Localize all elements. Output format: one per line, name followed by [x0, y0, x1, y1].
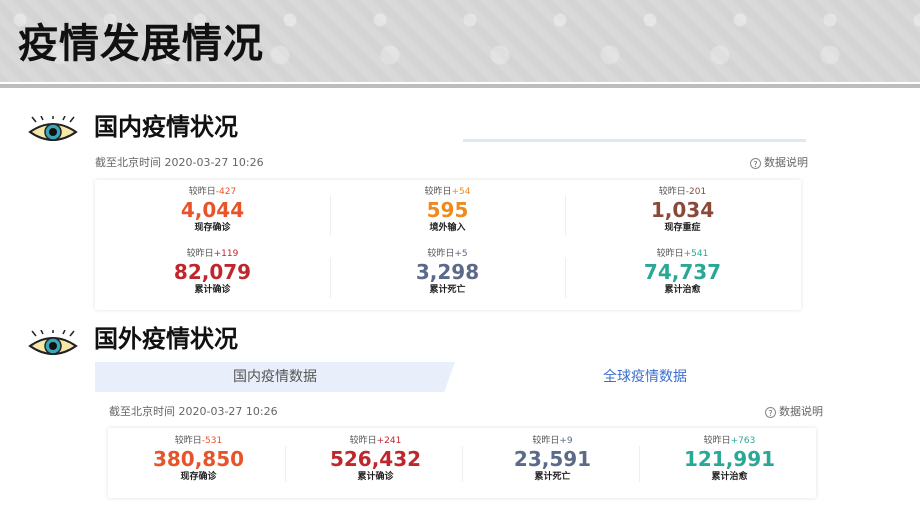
stat-value: 121,991 [683, 447, 776, 471]
stat-compare: 较昨日+119 [95, 248, 330, 260]
stat-value: 23,591 [513, 447, 592, 471]
domestic-help-link[interactable]: ? 数据说明 [750, 156, 808, 170]
stat-label: 累计治愈 [664, 285, 701, 295]
question-circle-icon: ? [765, 406, 776, 418]
stat-delta: +241 [376, 436, 402, 446]
stat-block: 较昨日+541 74,737 累计治愈 [565, 248, 800, 296]
stat-block: 较昨日+241 526,432 累计确诊 [287, 435, 464, 483]
stat-label: 累计确诊 [194, 285, 231, 295]
stat-value: 4,044 [180, 198, 245, 222]
stat-compare-prefix: 较昨日 [656, 249, 684, 259]
stat-compare-prefix: 较昨日 [349, 436, 377, 446]
stat-compare-prefix: 较昨日 [703, 436, 731, 446]
stat-value: 1,034 [650, 198, 715, 222]
eye-icon [28, 116, 78, 141]
stat-label: 境外输入 [429, 223, 466, 233]
data-tabs: 国内疫情数据 全球疫情数据 [95, 362, 835, 392]
stat-delta: +119 [213, 249, 239, 259]
help-label: 数据说明 [764, 156, 808, 169]
help-label: 数据说明 [779, 405, 823, 418]
stat-compare: 较昨日+5 [330, 248, 565, 260]
stat-delta: +54 [451, 187, 471, 197]
stat-delta: +763 [730, 436, 756, 446]
stat-block: 较昨日+9 23,591 累计死亡 [464, 435, 641, 483]
stat-label: 现存确诊 [194, 223, 231, 233]
stat-label: 现存重症 [664, 223, 701, 233]
question-circle-icon: ? [750, 157, 761, 169]
foreign-section-title: 国外疫情状况 [94, 325, 238, 353]
page-title: 疫情发展情况 [18, 21, 264, 67]
stat-label: 累计死亡 [534, 472, 571, 482]
stat-value: 82,079 [173, 260, 252, 284]
stat-compare: 较昨日-427 [95, 186, 330, 198]
stat-value: 526,432 [329, 447, 422, 471]
stat-value: 380,850 [152, 447, 245, 471]
stat-block: 较昨日+5 3,298 累计死亡 [330, 248, 565, 296]
foreign-timestamp: 截至北京时间 2020-03-27 10:26 [109, 405, 278, 418]
stat-compare-prefix: 较昨日 [174, 436, 202, 446]
tab-domestic-data[interactable]: 国内疫情数据 [95, 362, 455, 392]
tab-underline [463, 139, 806, 142]
stat-label: 累计治愈 [711, 472, 748, 482]
stat-compare-prefix: 较昨日 [424, 187, 452, 197]
stat-compare: 较昨日-531 [110, 435, 287, 447]
stat-delta: -201 [685, 187, 707, 197]
foreign-help-link[interactable]: ? 数据说明 [765, 405, 823, 419]
stat-value: 595 [426, 198, 469, 222]
stat-block: 较昨日+54 595 境外输入 [330, 186, 565, 234]
stat-delta: +5 [454, 249, 468, 259]
stat-block: 较昨日+119 82,079 累计确诊 [95, 248, 330, 296]
stat-block: 较昨日-201 1,034 现存重症 [565, 186, 800, 234]
stat-compare-prefix: 较昨日 [427, 249, 455, 259]
stat-delta: +541 [683, 249, 709, 259]
stat-compare-prefix: 较昨日 [186, 249, 214, 259]
stat-block: 较昨日-427 4,044 现存确诊 [95, 186, 330, 234]
domestic-timestamp: 截至北京时间 2020-03-27 10:26 [95, 156, 264, 169]
stat-value: 74,737 [643, 260, 722, 284]
stat-compare: 较昨日+9 [464, 435, 641, 447]
stat-compare: 较昨日+54 [330, 186, 565, 198]
stat-delta: -427 [215, 187, 237, 197]
stat-label: 累计确诊 [357, 472, 394, 482]
stat-block: 较昨日+763 121,991 累计治愈 [641, 435, 818, 483]
stat-compare-prefix: 较昨日 [188, 187, 216, 197]
stat-compare: 较昨日-201 [565, 186, 800, 198]
stat-delta: +9 [559, 436, 573, 446]
stat-compare-prefix: 较昨日 [658, 187, 686, 197]
stat-delta: -531 [201, 436, 223, 446]
tab-global-data[interactable]: 全球疫情数据 [455, 362, 835, 392]
stat-compare: 较昨日+541 [565, 248, 800, 260]
stat-label: 现存确诊 [180, 472, 217, 482]
stat-block: 较昨日-531 380,850 现存确诊 [110, 435, 287, 483]
stat-compare: 较昨日+763 [641, 435, 818, 447]
stat-label: 累计死亡 [429, 285, 466, 295]
stat-compare: 较昨日+241 [287, 435, 464, 447]
domestic-section-title: 国内疫情状况 [94, 113, 238, 141]
header-divider [0, 84, 920, 88]
stat-value: 3,298 [415, 260, 480, 284]
eye-icon [28, 330, 78, 355]
stat-compare-prefix: 较昨日 [532, 436, 560, 446]
